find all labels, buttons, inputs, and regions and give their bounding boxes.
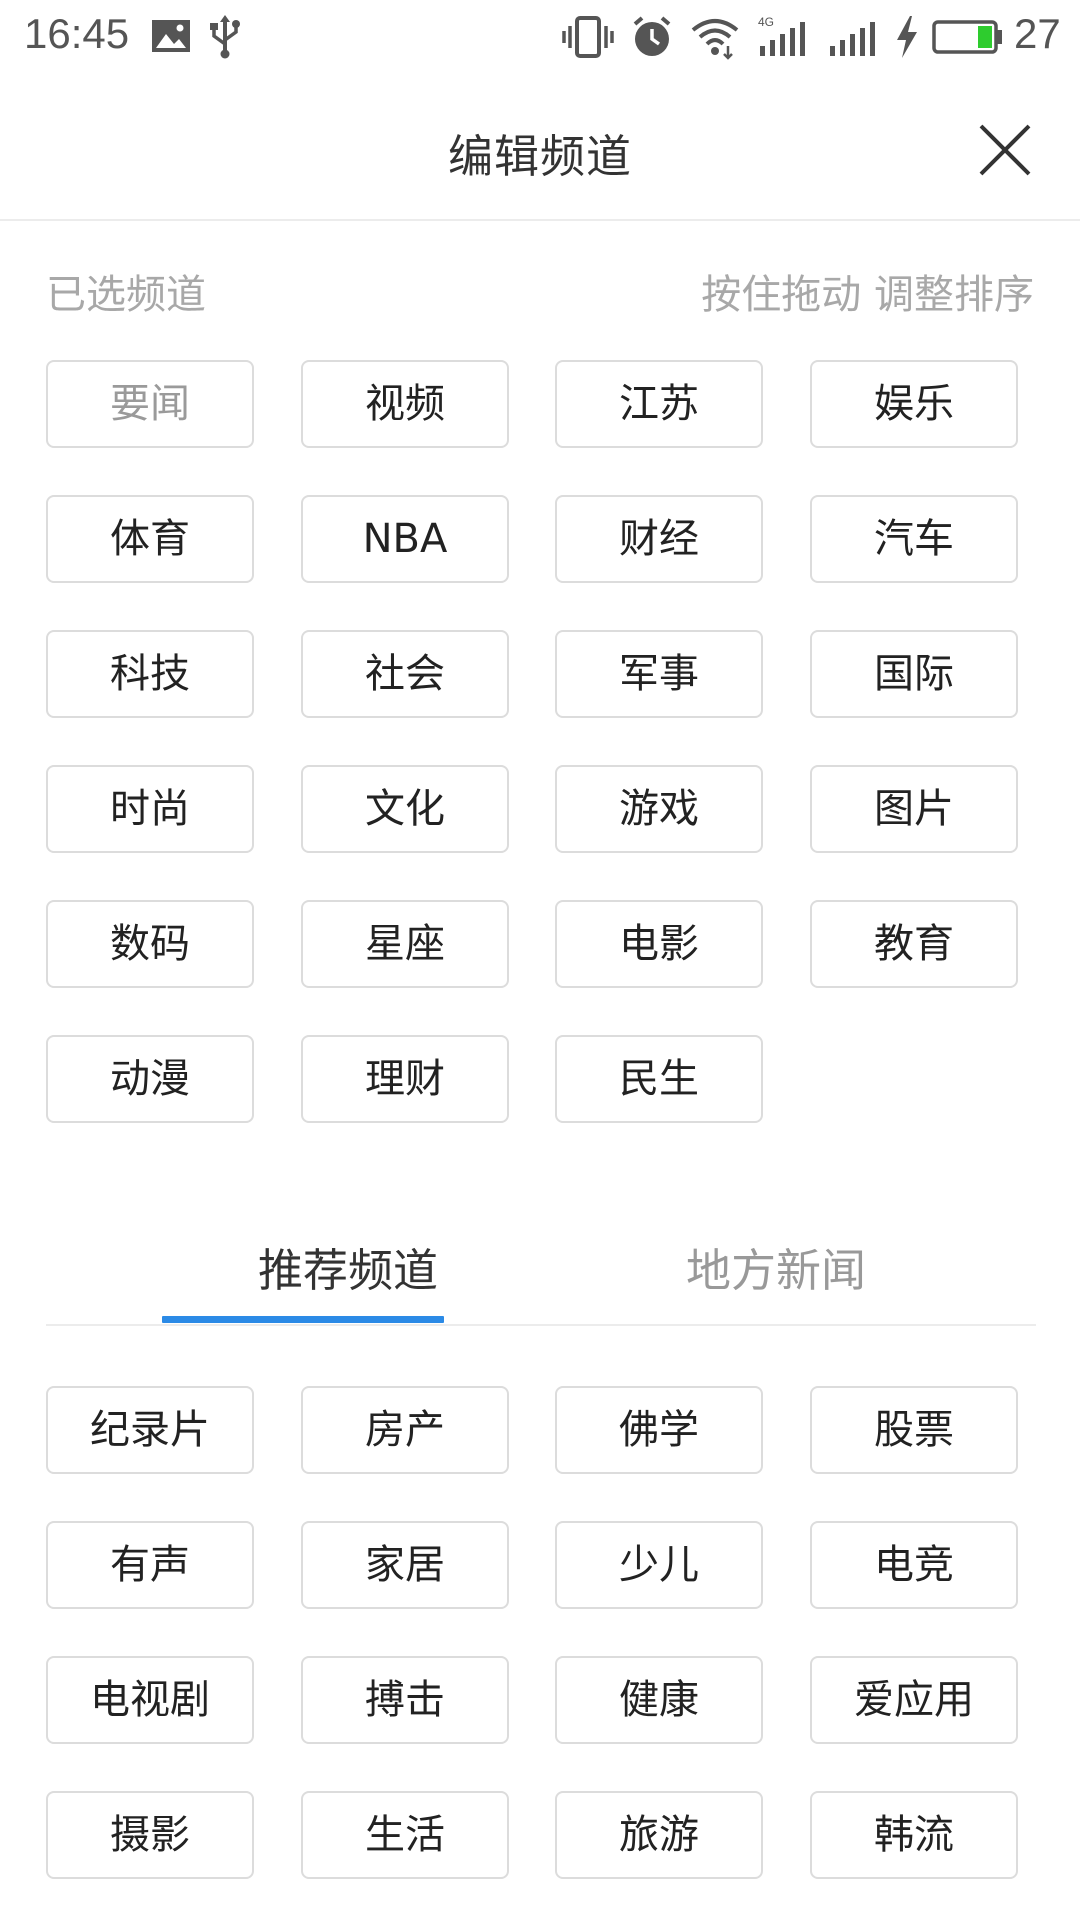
signal-4g-icon: 4G — [758, 15, 805, 56]
channel-chip[interactable]: 时尚 — [46, 765, 254, 853]
signal-icon — [830, 22, 875, 56]
vibrate-icon — [562, 16, 614, 58]
channel-chip[interactable]: 体育 — [46, 495, 254, 583]
channel-chip[interactable]: 少儿 — [555, 1521, 763, 1609]
channel-chip[interactable]: 汽车 — [810, 495, 1018, 583]
charging-icon — [897, 16, 917, 58]
close-icon[interactable] — [975, 120, 1035, 180]
channel-chip[interactable]: 摄影 — [46, 1791, 254, 1879]
channel-chip[interactable]: 房产 — [301, 1386, 509, 1474]
channel-chip[interactable]: 教育 — [810, 900, 1018, 988]
channel-chip[interactable]: 电影 — [555, 900, 763, 988]
channel-chip[interactable]: 游戏 — [555, 765, 763, 853]
channel-chip[interactable]: 家居 — [301, 1521, 509, 1609]
channel-chip[interactable]: 社会 — [301, 630, 509, 718]
battery-icon — [932, 20, 1002, 54]
channel-chip[interactable]: 视频 — [301, 360, 509, 448]
channel-chip[interactable]: 搏击 — [301, 1656, 509, 1744]
channel-chip[interactable]: 文化 — [301, 765, 509, 853]
selected-section-header: 已选频道 按住拖动 调整排序 — [46, 262, 1036, 318]
selected-section-title: 已选频道 — [46, 272, 206, 318]
page-title: 编辑频道 — [447, 130, 632, 183]
channel-chip[interactable]: NBA — [301, 495, 509, 583]
channel-chip[interactable]: 纪录片 — [46, 1386, 254, 1474]
active-tab-indicator — [162, 1316, 444, 1323]
tab-local-news[interactable]: 地方新闻 — [636, 1234, 916, 1299]
channel-tabs: 推荐频道 地方新闻 — [46, 1200, 1036, 1326]
channel-chip[interactable]: 数码 — [46, 900, 254, 988]
drag-sort-hint: 按住拖动 调整排序 — [701, 272, 1034, 318]
battery-level: 27 — [1014, 10, 1061, 57]
channel-chip[interactable]: 江苏 — [555, 360, 763, 448]
channel-chip[interactable]: 有声 — [46, 1521, 254, 1609]
recommended-channel-grid: 纪录片 房产 佛学 股票 有声 家居 少儿 电竞 电视剧 搏击 健康 爱应用 摄… — [46, 1386, 1046, 1880]
channel-chip[interactable]: 星座 — [301, 900, 509, 988]
channel-chip-fixed: 要闻 — [46, 360, 254, 448]
channel-chip[interactable]: 股票 — [810, 1386, 1018, 1474]
channel-chip[interactable]: 电竞 — [810, 1521, 1018, 1609]
channel-chip[interactable]: 国际 — [810, 630, 1018, 718]
channel-chip[interactable]: 电视剧 — [46, 1656, 254, 1744]
channel-chip[interactable]: 健康 — [555, 1656, 763, 1744]
channel-chip[interactable]: 佛学 — [555, 1386, 763, 1474]
image-icon — [152, 20, 190, 52]
status-time: 16:45 — [24, 10, 130, 57]
wifi-icon — [691, 19, 739, 60]
usb-icon — [210, 15, 240, 59]
header: 编辑频道 — [0, 76, 1080, 221]
channel-chip[interactable]: 韩流 — [810, 1791, 1018, 1879]
channel-chip[interactable]: 民生 — [555, 1035, 763, 1123]
channel-chip[interactable]: 图片 — [810, 765, 1018, 853]
channel-chip[interactable]: 财经 — [555, 495, 763, 583]
channel-chip[interactable]: 军事 — [555, 630, 763, 718]
network-label: 4G — [758, 15, 774, 29]
channel-chip[interactable]: 娱乐 — [810, 360, 1018, 448]
selected-channel-grid: 要闻 视频 江苏 娱乐 体育 NBA 财经 汽车 科技 社会 军事 国际 时尚 … — [46, 360, 1046, 1124]
alarm-icon — [633, 16, 671, 56]
channel-chip[interactable]: 科技 — [46, 630, 254, 718]
channel-chip[interactable]: 旅游 — [555, 1791, 763, 1879]
channel-chip[interactable]: 动漫 — [46, 1035, 254, 1123]
channel-chip[interactable]: 爱应用 — [810, 1656, 1018, 1744]
channel-chip[interactable]: 理财 — [301, 1035, 509, 1123]
status-bar: 16:45 4G 27 — [0, 0, 1080, 76]
tab-recommended[interactable]: 推荐频道 — [208, 1234, 488, 1299]
channel-chip[interactable]: 生活 — [301, 1791, 509, 1879]
